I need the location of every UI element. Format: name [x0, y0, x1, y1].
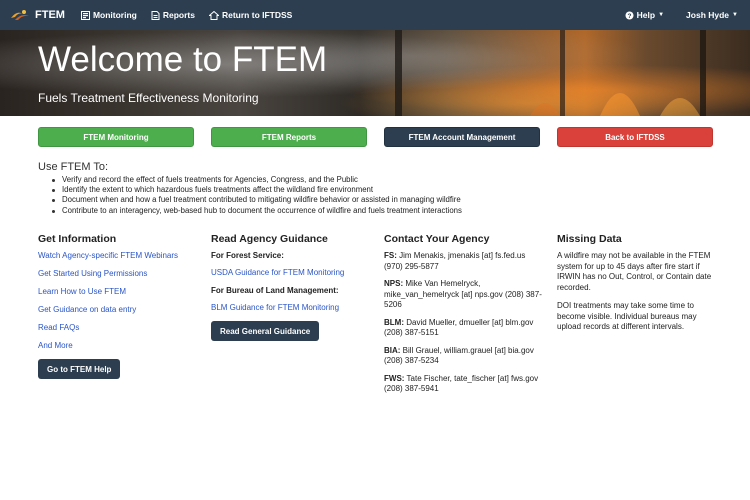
- contact-fs: FS: Jim Menakis, jmenakis [at] fs.fed.us…: [384, 251, 546, 272]
- ftem-reports-button[interactable]: FTEM Reports: [211, 127, 367, 147]
- agency-guidance-heading: Read Agency Guidance: [211, 233, 328, 245]
- nav-reports-label: Reports: [162, 10, 195, 20]
- contact-blm: BLM: David Mueller, dmueller [at] blm.go…: [384, 318, 546, 339]
- page-title: Welcome to FTEM: [38, 40, 328, 79]
- ftem-account-management-button[interactable]: FTEM Account Management: [384, 127, 540, 147]
- contact-text: Bill Grauel, william.grauel [at] bia.gov…: [384, 345, 534, 366]
- hero-banner: Welcome to FTEM Fuels Treatment Effectiv…: [0, 30, 750, 116]
- list-item: Document when and how a fuel treatment c…: [50, 195, 462, 205]
- chevron-down-icon: ▼: [732, 12, 738, 18]
- use-ftem-heading: Use FTEM To:: [38, 161, 109, 173]
- svg-text:?: ?: [627, 13, 631, 20]
- brand-name: FTEM: [35, 9, 65, 21]
- missing-data-paragraph-1: A wildfire may not be available in the F…: [557, 251, 712, 292]
- list-item: Contribute to an interagency, web-based …: [50, 206, 462, 216]
- contact-agency-heading: Contact Your Agency: [384, 233, 490, 245]
- back-to-iftdss-button[interactable]: Back to IFTDSS: [557, 127, 713, 147]
- get-information-section: Get Information Watch Agency-specific FT…: [38, 233, 198, 379]
- get-information-heading: Get Information: [38, 233, 117, 245]
- contact-fws: FWS: Tate Fischer, tate_fischer [at] fws…: [384, 374, 546, 395]
- user-menu[interactable]: Josh Hyde ▼: [686, 10, 738, 20]
- reports-icon: [151, 10, 160, 20]
- agency-guidance-section: Read Agency Guidance For Forest Service:…: [211, 233, 371, 341]
- blm-label: For Bureau of Land Management:: [211, 286, 339, 295]
- permissions-link[interactable]: Get Started Using Permissions: [38, 269, 198, 279]
- user-name: Josh Hyde: [686, 10, 730, 20]
- help-icon: ?: [625, 11, 634, 20]
- chevron-down-icon: ▼: [658, 12, 665, 18]
- brand[interactable]: FTEM: [9, 8, 65, 22]
- agency-label: FWS:: [384, 373, 405, 383]
- missing-data-section: Missing Data A wildfire may not be avail…: [557, 233, 717, 341]
- contact-nps: NPS: Mike Van Hemelryck, mike_van_hemelr…: [384, 279, 546, 311]
- home-icon: [208, 10, 219, 20]
- agency-label: BIA:: [384, 345, 401, 355]
- faqs-link[interactable]: Read FAQs: [38, 323, 198, 333]
- usda-guidance-link[interactable]: USDA Guidance for FTEM Monitoring: [211, 268, 371, 278]
- go-to-ftem-help-button[interactable]: Go to FTEM Help: [38, 359, 121, 379]
- data-entry-guidance-link[interactable]: Get Guidance on data entry: [38, 305, 198, 315]
- contact-text: Jim Menakis, jmenakis [at] fs.fed.us (97…: [384, 251, 526, 271]
- forest-service-label: For Forest Service:: [211, 251, 284, 260]
- nav-monitoring[interactable]: Monitoring: [80, 10, 137, 20]
- list-item: Verify and record the effect of fuels tr…: [50, 175, 462, 185]
- ftem-logo-icon: [9, 8, 31, 22]
- learn-how-link[interactable]: Learn How to Use FTEM: [38, 287, 198, 297]
- nav-return-label: Return to IFTDSS: [221, 10, 293, 20]
- contact-text: David Mueller, dmueller [at] blm.gov (20…: [384, 317, 534, 338]
- missing-data-heading: Missing Data: [557, 233, 622, 245]
- agency-label: NPS:: [384, 279, 404, 288]
- missing-data-paragraph-2: DOI treatments may take some time to bec…: [557, 301, 697, 331]
- list-item: Identify the extent to which hazardous f…: [50, 185, 462, 195]
- read-general-guidance-button[interactable]: Read General Guidance: [211, 321, 320, 341]
- nav-return-iftdss[interactable]: Return to IFTDSS: [208, 10, 293, 20]
- contact-bia: BIA: Bill Grauel, william.grauel [at] bi…: [384, 346, 546, 367]
- monitoring-icon: [80, 10, 90, 20]
- nav-monitoring-label: Monitoring: [92, 10, 137, 20]
- page-subtitle: Fuels Treatment Effectiveness Monitoring: [38, 91, 259, 105]
- nav-help-label: Help: [636, 10, 656, 20]
- agency-label: FS:: [384, 251, 397, 260]
- use-ftem-list: Verify and record the effect of fuels tr…: [50, 175, 462, 216]
- agency-label: BLM:: [384, 317, 404, 327]
- ftem-monitoring-button[interactable]: FTEM Monitoring: [38, 127, 194, 147]
- blm-guidance-link[interactable]: BLM Guidance for FTEM Monitoring: [211, 303, 371, 313]
- contact-agency-section: Contact Your Agency FS: Jim Menakis, jme…: [384, 233, 546, 402]
- and-more-link[interactable]: And More: [38, 341, 198, 351]
- webinars-link[interactable]: Watch Agency-specific FTEM Webinars: [38, 251, 198, 261]
- nav-help[interactable]: ? Help ▼: [625, 10, 664, 20]
- contact-text: Tate Fischer, tate_fischer [at] fws.gov …: [384, 373, 539, 394]
- contact-text: Mike Van Hemelryck, mike_van_hemelryck […: [384, 279, 542, 309]
- top-navbar: FTEM Monitoring Reports Return to IFTDSS…: [0, 0, 750, 30]
- nav-reports[interactable]: Reports: [151, 10, 195, 20]
